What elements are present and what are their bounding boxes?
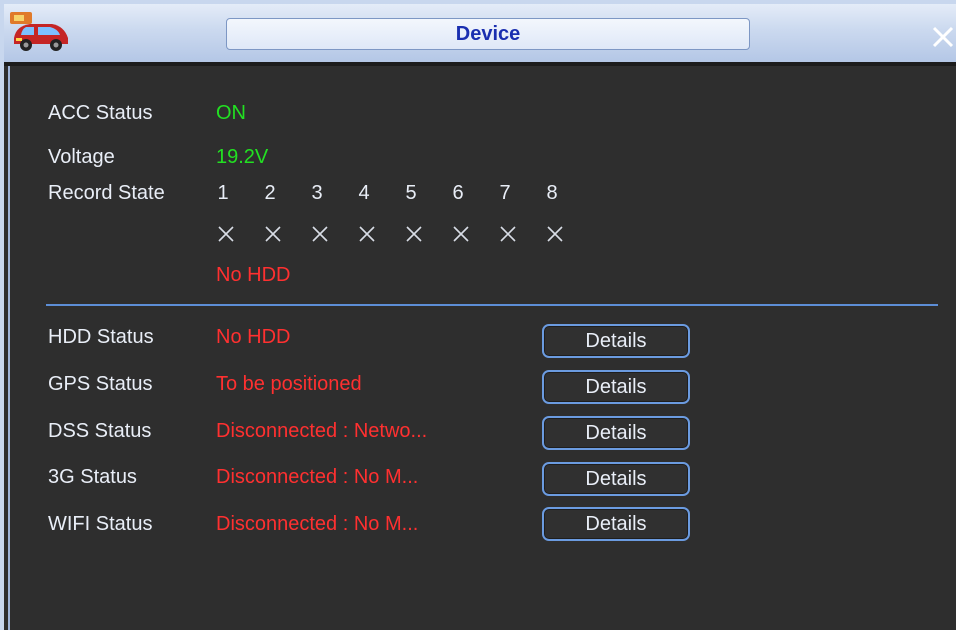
voltage-value: 19.2V — [216, 146, 269, 168]
x-mark-icon — [359, 226, 375, 242]
channel-number: 4 — [358, 182, 370, 204]
hdd-details-button[interactable]: Details — [542, 324, 690, 358]
gps-status-label: GPS Status — [48, 373, 153, 395]
close-icon[interactable] — [928, 22, 956, 52]
wifi-status-value: Disconnected : No M... — [216, 513, 419, 535]
3g-status-value: Disconnected : No M... — [216, 466, 419, 488]
gps-details-button[interactable]: Details — [542, 370, 690, 404]
device-window: Device ACC Status ON Voltage 19.2V Recor… — [0, 0, 956, 630]
hdd-status-label: HDD Status — [48, 326, 154, 348]
3g-details-button[interactable]: Details — [542, 462, 690, 496]
voltage-label: Voltage — [48, 146, 115, 168]
hdd-status-value: No HDD — [216, 326, 291, 348]
channel-number: 3 — [311, 182, 323, 204]
acc-status-label: ACC Status — [48, 102, 153, 124]
dss-status-label: DSS Status — [48, 420, 152, 442]
gps-status-value: To be positioned — [216, 373, 362, 395]
channel-number: 1 — [217, 182, 229, 204]
x-mark-icon — [312, 226, 328, 242]
x-mark-icon — [218, 226, 234, 242]
dss-details-button[interactable]: Details — [542, 416, 690, 450]
record-state-label: Record State — [48, 182, 165, 204]
title-box: Device — [226, 18, 750, 50]
channel-number: 2 — [264, 182, 276, 204]
car-icon — [10, 12, 68, 51]
channel-number: 5 — [405, 182, 417, 204]
x-mark-icon — [547, 226, 563, 242]
wifi-details-button[interactable]: Details — [542, 507, 690, 541]
section-divider — [46, 304, 938, 306]
wifi-status-label: WIFI Status — [48, 513, 153, 535]
channel-number: 8 — [546, 182, 558, 204]
window-title: Device — [455, 22, 521, 45]
record-message: No HDD — [216, 264, 291, 286]
channel-number: 7 — [499, 182, 511, 204]
left-border — [8, 66, 10, 630]
x-mark-icon — [265, 226, 281, 242]
x-mark-icon — [406, 226, 422, 242]
dss-status-value: Disconnected : Netwo... — [216, 420, 428, 442]
title-separator — [4, 62, 956, 66]
3g-status-label: 3G Status — [48, 466, 137, 488]
channel-number: 6 — [452, 182, 464, 204]
x-mark-icon — [500, 226, 516, 242]
x-mark-icon — [453, 226, 469, 242]
acc-status-value: ON — [216, 102, 246, 124]
title-bar: Device — [4, 4, 956, 62]
